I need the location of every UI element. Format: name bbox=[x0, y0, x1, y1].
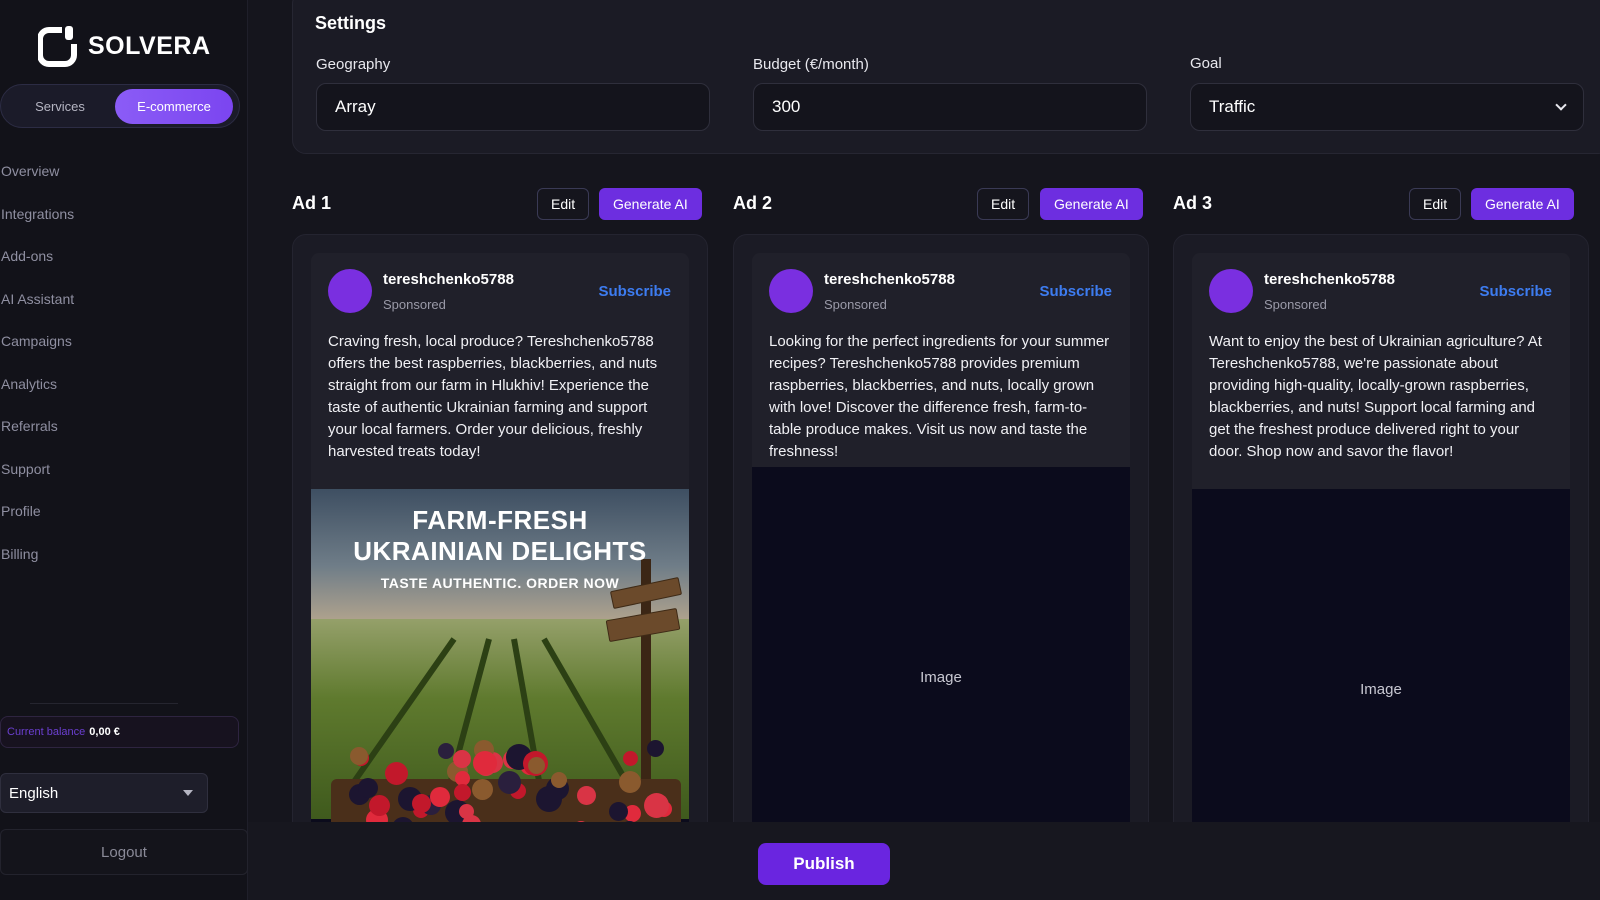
ad-2-post-preview: tereshchenko5788 Sponsored Subscribe Loo… bbox=[752, 253, 1130, 873]
berry-decoration bbox=[644, 792, 670, 818]
balance-label: Current balance bbox=[7, 726, 86, 738]
farm-image-headline: FARM-FRESH UKRAINIAN DELIGHTS bbox=[353, 505, 647, 566]
berry-decoration bbox=[472, 751, 497, 776]
ad-1-sponsored-label: Sponsored bbox=[383, 297, 446, 312]
goal-label: Goal bbox=[1190, 55, 1222, 72]
budget-value: 300 bbox=[772, 97, 801, 116]
publish-button[interactable]: Publish bbox=[758, 843, 890, 885]
ad-3-edit-button[interactable]: Edit bbox=[1409, 188, 1462, 220]
ad-3-sponsored-label: Sponsored bbox=[1264, 297, 1327, 312]
goal-value: Traffic bbox=[1209, 97, 1256, 116]
ad-3-subscribe-link[interactable]: Subscribe bbox=[1479, 283, 1552, 300]
ad-1-post-image: FARM-FRESH UKRAINIAN DELIGHTS TASTE AUTH… bbox=[311, 489, 689, 873]
berry-decoration bbox=[535, 785, 562, 812]
ad-3-card: tereshchenko5788 Sponsored Subscribe Wan… bbox=[1173, 234, 1589, 874]
ad-1-post-text: Craving fresh, local produce? Tereshchen… bbox=[328, 333, 658, 460]
berry-decoration bbox=[412, 793, 432, 813]
ad-1-username: tereshchenko5788 bbox=[383, 271, 514, 288]
mode-ecommerce-button[interactable]: E-commerce bbox=[115, 88, 233, 124]
geography-label: Geography bbox=[316, 56, 391, 73]
ad-3-username: tereshchenko5788 bbox=[1264, 271, 1395, 288]
mode-switch: Services E-commerce bbox=[0, 84, 240, 128]
ad-3-title: Ad 3 bbox=[1173, 192, 1213, 213]
ad-2-title: Ad 2 bbox=[733, 192, 773, 213]
berry-decoration bbox=[551, 771, 568, 788]
budget-label: Budget (€/month) bbox=[753, 56, 869, 73]
balance-value: 0,00 € bbox=[89, 726, 120, 738]
mode-services-button[interactable]: Services bbox=[5, 89, 115, 124]
sidebar-nav: Overview Integrations Add-ons AI Assista… bbox=[1, 150, 74, 575]
berry-decoration bbox=[622, 750, 638, 766]
settings-title: Settings bbox=[315, 13, 387, 33]
ad-2-generate-ai-button[interactable]: Generate AI bbox=[1040, 188, 1143, 220]
sidebar-item-profile[interactable]: Profile bbox=[1, 490, 74, 533]
ad-1-subscribe-link[interactable]: Subscribe bbox=[598, 283, 671, 300]
ad-3-post-preview: tereshchenko5788 Sponsored Subscribe Wan… bbox=[1192, 253, 1570, 873]
ad-1-edit-button[interactable]: Edit bbox=[537, 188, 590, 220]
sidebar-item-analytics[interactable]: Analytics bbox=[1, 363, 74, 406]
caret-down-icon bbox=[183, 790, 193, 796]
geography-value: Array bbox=[335, 97, 376, 116]
brand-name: SOLVERA bbox=[88, 31, 211, 60]
ad-2-subscribe-link[interactable]: Subscribe bbox=[1039, 283, 1112, 300]
avatar bbox=[769, 269, 813, 313]
berry-decoration bbox=[453, 783, 471, 801]
avatar bbox=[1209, 269, 1253, 313]
farm-produce-image: FARM-FRESH UKRAINIAN DELIGHTS TASTE AUTH… bbox=[311, 489, 689, 873]
farm-image-subline: TASTE AUTHENTIC. ORDER NOW bbox=[380, 575, 620, 591]
chevron-down-icon bbox=[1555, 98, 1567, 111]
ad-2-header: Ad 2 bbox=[733, 186, 772, 220]
ad-1-title: Ad 1 bbox=[292, 192, 332, 213]
logout-button[interactable]: Logout bbox=[0, 829, 248, 875]
ad-2-card: tereshchenko5788 Sponsored Subscribe Loo… bbox=[733, 234, 1149, 874]
geography-input[interactable]: Array bbox=[316, 83, 710, 131]
sidebar-item-referrals[interactable]: Referrals bbox=[1, 405, 74, 448]
goal-select[interactable]: Traffic bbox=[1190, 83, 1584, 131]
ad-3-image-placeholder: Image bbox=[1192, 489, 1570, 873]
sidebar-item-integrations[interactable]: Integrations bbox=[1, 193, 74, 236]
ad-2-post-text: Looking for the perfect ingredients for … bbox=[769, 333, 1110, 460]
sidebar-item-ai-assistant[interactable]: AI Assistant bbox=[1, 278, 74, 321]
berry-decoration bbox=[384, 762, 408, 786]
ad-3-generate-ai-button[interactable]: Generate AI bbox=[1471, 188, 1574, 220]
ad-2-username: tereshchenko5788 bbox=[824, 271, 955, 288]
brand-logo[interactable]: SOLVERA bbox=[37, 24, 211, 68]
ad-3-image-label: Image bbox=[1360, 680, 1402, 698]
language-select[interactable]: English bbox=[0, 773, 208, 813]
ad-1-generate-ai-button[interactable]: Generate AI bbox=[599, 188, 702, 220]
balance-box: Current balance 0,00 € bbox=[0, 716, 239, 748]
ad-2-edit-button[interactable]: Edit bbox=[977, 188, 1030, 220]
avatar bbox=[328, 269, 372, 313]
publish-bar bbox=[248, 822, 1600, 900]
settings-panel: Settings Geography Array Budget (€/month… bbox=[292, 0, 1600, 154]
ad-3-header: Ad 3 bbox=[1173, 186, 1212, 220]
sidebar-item-support[interactable]: Support bbox=[1, 448, 74, 491]
ad-2-image-label: Image bbox=[920, 668, 962, 686]
language-value: English bbox=[9, 784, 59, 802]
ad-2-image-placeholder: Image bbox=[752, 467, 1130, 873]
ad-1-card: tereshchenko5788 Sponsored Subscribe Cra… bbox=[292, 234, 708, 874]
ad-1-header: Ad 1 bbox=[292, 186, 331, 220]
sidebar-item-campaigns[interactable]: Campaigns bbox=[1, 320, 74, 363]
ad-1-post-preview: tereshchenko5788 Sponsored Subscribe Cra… bbox=[311, 253, 689, 873]
sidebar-item-billing[interactable]: Billing bbox=[1, 533, 74, 576]
sidebar-divider bbox=[30, 703, 178, 704]
berry-decoration bbox=[647, 739, 665, 757]
budget-input[interactable]: 300 bbox=[753, 83, 1147, 131]
sidebar-item-overview[interactable]: Overview bbox=[1, 150, 74, 193]
sidebar-item-addons[interactable]: Add-ons bbox=[1, 235, 74, 278]
ad-2-sponsored-label: Sponsored bbox=[824, 297, 887, 312]
sidebar: SOLVERA Services E-commerce Overview Int… bbox=[0, 0, 248, 900]
logo-icon bbox=[37, 24, 82, 68]
berry-decoration bbox=[368, 795, 390, 817]
ad-3-post-text: Want to enjoy the best of Ukrainian agri… bbox=[1209, 333, 1542, 460]
